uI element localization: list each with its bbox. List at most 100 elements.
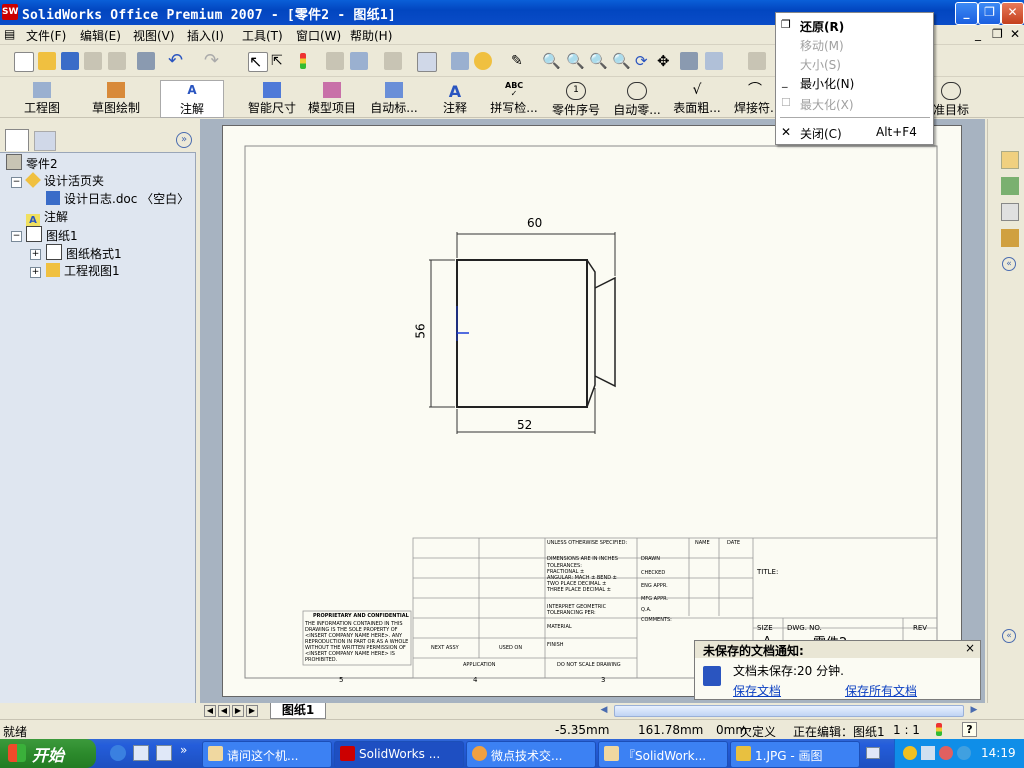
menu-item-restore[interactable]: 还原(R) <box>800 18 844 35</box>
save-document-link[interactable]: 保存文档 <box>733 682 781 699</box>
expand-pane-icon[interactable]: « <box>1002 629 1016 643</box>
menu-item-maximize[interactable]: 最大化(X) <box>800 96 854 113</box>
smart-dimension-button[interactable]: 智能尺寸 <box>246 80 298 116</box>
expand-panel-icon[interactable]: » <box>176 132 192 148</box>
menu-view[interactable]: 视图(V) <box>133 27 175 44</box>
keyboard-icon[interactable] <box>866 747 880 759</box>
sheet-tab-sheet1[interactable]: 图纸1 <box>270 703 326 719</box>
tree-item-design-binder[interactable]: 设计活页夹 <box>25 172 104 189</box>
auto-balloon-2-button[interactable]: 自动零... <box>610 80 664 117</box>
tab-sketch[interactable]: 草图绘制 <box>88 80 144 116</box>
ie-icon[interactable] <box>110 745 126 761</box>
undo-icon[interactable]: ↶ <box>168 52 186 70</box>
weld-symbol-button[interactable]: ⌒焊接符... <box>734 80 776 116</box>
doc-minimize-button[interactable]: _ <box>975 27 981 41</box>
drawing-sheet[interactable]: 60 56 52 UNLESS OTHERWISE SPECIFIED: NAM… <box>222 125 962 697</box>
solidworks-logo-icon[interactable]: SW <box>2 4 18 20</box>
section-view-icon[interactable] <box>748 52 766 70</box>
tool-icon[interactable]: ✎ <box>511 52 529 70</box>
home-icon[interactable] <box>1001 151 1019 169</box>
grid-icon[interactable] <box>326 52 344 70</box>
menu-tools[interactable]: 工具(T) <box>242 27 283 44</box>
explorer-icon[interactable] <box>1001 203 1019 221</box>
model-items-button[interactable]: 模型项目 <box>306 80 358 116</box>
view-palette-icon[interactable] <box>1001 229 1019 247</box>
expand-toggle[interactable]: + <box>30 249 41 260</box>
desktop-icon[interactable] <box>133 745 149 761</box>
spell-check-button[interactable]: ABC ✓ 拼写检... <box>486 80 542 116</box>
collapse-pane-icon[interactable]: « <box>1002 257 1016 271</box>
panel-splitter-handle[interactable] <box>195 389 199 419</box>
tab-drawing[interactable]: 工程图 <box>20 80 64 116</box>
rebuild-icon[interactable] <box>384 52 402 70</box>
menu-item-minimize[interactable]: 最小化(N) <box>800 75 854 92</box>
qq-icon[interactable] <box>903 746 917 760</box>
antivirus-icon[interactable] <box>939 746 953 760</box>
quicklaunch-more-icon[interactable]: » <box>180 743 187 757</box>
zoom-in-out-icon[interactable]: 🔍 <box>589 52 608 70</box>
tree-item-design-journal[interactable]: 设计日志.doc 〈空白〉 <box>46 190 189 207</box>
view-orient-icon[interactable] <box>680 52 698 70</box>
prev-sheet-icon[interactable]: ◀ <box>218 705 230 717</box>
tree-item-sheet1[interactable]: 图纸1 <box>26 226 78 244</box>
task-item-paint[interactable]: 1.JPG - 画图 <box>730 741 860 768</box>
collapse-toggle[interactable]: − <box>11 177 22 188</box>
save-icon[interactable] <box>61 52 79 70</box>
print-preview-icon[interactable] <box>84 52 102 70</box>
tab-annotation[interactable]: A 注解 <box>160 80 224 118</box>
close-button[interactable]: ✕ <box>1001 2 1024 25</box>
menu-item-close[interactable]: 关闭(C) <box>800 125 842 142</box>
vertical-scrollbar[interactable] <box>987 119 999 703</box>
feature-tree-tab-icon[interactable] <box>5 129 29 151</box>
graphics-area[interactable]: 60 56 52 UNLESS OTHERWISE SPECIFIED: NAM… <box>200 119 985 703</box>
rotate-icon[interactable]: ⟳ <box>635 52 653 70</box>
display-style-icon[interactable] <box>705 52 723 70</box>
pan-icon[interactable]: ✥ <box>657 52 675 70</box>
select-arrow-icon[interactable]: ↖ <box>248 52 268 72</box>
doc-restore-button[interactable]: ❐ <box>992 27 1003 41</box>
scroll-thumb[interactable] <box>614 705 964 717</box>
zoom-area-icon[interactable]: 🔍 <box>566 52 585 70</box>
tree-item-annotations[interactable]: A 注解 <box>26 208 68 228</box>
save-all-documents-link[interactable]: 保存所有文档 <box>845 682 917 699</box>
rebuild-status-icon[interactable] <box>934 723 943 737</box>
next-sheet-icon[interactable]: ▶ <box>232 705 244 717</box>
printer-icon[interactable] <box>137 52 155 70</box>
menu-item-size[interactable]: 大小(S) <box>800 56 841 73</box>
align-icon[interactable] <box>350 52 368 70</box>
ie-tray-icon[interactable] <box>957 746 971 760</box>
dimension-60[interactable]: 60 <box>527 216 542 230</box>
restore-button[interactable]: ❐ <box>978 2 1001 25</box>
first-sheet-icon[interactable]: ◀ <box>204 705 216 717</box>
status-scale[interactable]: 1 : 1 <box>893 723 920 737</box>
start-button[interactable]: 开始 <box>0 739 96 768</box>
horizontal-scrollbar[interactable]: ◀ ▶ <box>596 703 985 719</box>
minimize-button[interactable]: _ <box>955 2 978 25</box>
open-icon[interactable] <box>38 52 56 70</box>
menu-item-move[interactable]: 移动(M) <box>800 37 844 54</box>
dimension-52[interactable]: 52 <box>517 418 532 432</box>
property-manager-tab-icon[interactable] <box>34 131 56 151</box>
task-item-3[interactable]: 微点技术交... <box>466 741 596 768</box>
properties-icon[interactable] <box>451 52 469 70</box>
datum-target-button[interactable]: 准目标 <box>930 80 972 116</box>
balloon-button[interactable]: 1 零件序号 <box>550 80 602 117</box>
status-help-icon[interactable]: ? <box>962 722 977 737</box>
redo-icon[interactable]: ↷ <box>204 52 222 70</box>
help-icon[interactable] <box>474 52 492 70</box>
zoom-fit-icon[interactable]: 🔍 <box>542 52 561 70</box>
auto-balloon-button[interactable]: 自动标... <box>366 80 422 116</box>
task-item-4[interactable]: 『SolidWork... <box>598 741 728 768</box>
task-item-1[interactable]: 请问这个机... <box>202 741 332 768</box>
clock[interactable]: 14:19 <box>981 746 1016 760</box>
menu-window[interactable]: 窗口(W) <box>296 27 341 44</box>
collapse-toggle[interactable]: − <box>11 231 22 242</box>
new-icon[interactable] <box>14 52 34 72</box>
expand-toggle[interactable]: + <box>30 267 41 278</box>
doc-close-button[interactable]: ✕ <box>1010 27 1020 41</box>
scroll-left-icon[interactable]: ◀ <box>598 705 610 717</box>
tree-item-sheet-format[interactable]: 图纸格式1 <box>46 244 122 262</box>
dimension-56[interactable]: 56 <box>414 323 428 338</box>
menu-help[interactable]: 帮助(H) <box>350 27 392 44</box>
traffic-light-icon[interactable] <box>294 52 312 70</box>
